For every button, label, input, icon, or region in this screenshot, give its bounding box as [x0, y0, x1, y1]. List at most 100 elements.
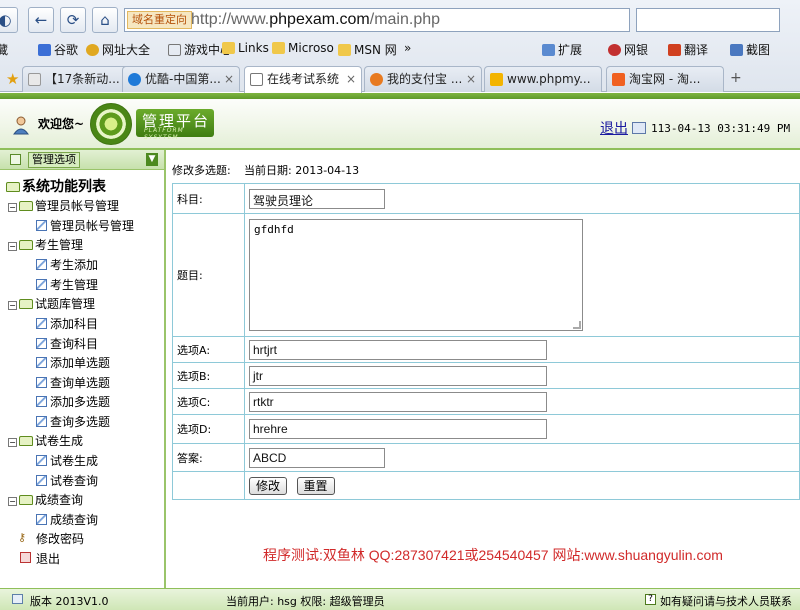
option-d-input[interactable]: hrehre — [249, 419, 547, 439]
form-title: 修改多选题: — [172, 164, 231, 177]
browser-tab[interactable]: 优酷-中国第... × — [122, 66, 240, 92]
watermark-text: 程序测试:双鱼林 QQ:287307421或254540457 网站:www.s… — [263, 547, 723, 563]
tree-title: 系统功能列表 — [6, 176, 106, 196]
tree-group[interactable]: − 试卷生成 — [8, 432, 83, 449]
page-icon — [168, 44, 181, 56]
browser-tab[interactable]: 我的支付宝 ... × — [364, 66, 482, 92]
extension-icon — [542, 44, 555, 56]
google-icon — [38, 44, 51, 56]
edit-question-form: 科目: 驾驶员理论 题目: gfdhfd 选项A: hrtjrt 选项B: jt… — [172, 183, 800, 500]
more-favorites[interactable]: » — [404, 41, 411, 55]
collapse-toggle-icon[interactable]: − — [8, 203, 17, 212]
translate-icon — [668, 44, 681, 56]
form-row-question: 题目: gfdhfd — [172, 213, 800, 337]
folder-icon — [272, 42, 285, 54]
version-icon — [12, 594, 23, 604]
sidebar-item[interactable]: 查询单选题 — [36, 374, 110, 391]
collapse-toggle-icon[interactable]: − — [8, 438, 17, 447]
close-icon[interactable]: × — [224, 67, 234, 91]
browser-logo-icon: ◐ — [0, 7, 18, 33]
edit-icon — [36, 318, 47, 329]
tree-group[interactable]: − 管理员帐号管理 — [8, 197, 119, 214]
fav-item[interactable]: 谷歌 — [38, 41, 78, 58]
collapse-toggle-icon[interactable]: − — [8, 242, 17, 251]
scissors-icon — [730, 44, 743, 56]
browser-tab[interactable]: 淘宝网 - 淘... — [606, 66, 724, 92]
tree-group[interactable]: − 试题库管理 — [8, 295, 95, 312]
sidebar-item[interactable]: 成绩查询 — [36, 511, 98, 528]
sidebar-item[interactable]: 查询科目 — [36, 335, 98, 352]
tree-group[interactable]: − 成绩查询 — [8, 491, 83, 508]
collapse-toggle-icon[interactable]: − — [8, 301, 17, 310]
modify-button[interactable]: 修改 — [249, 476, 288, 495]
browser-tab-active[interactable]: 在线考试系统 × — [244, 66, 362, 93]
question-label: 题目: — [172, 213, 245, 337]
browser-chrome: ◐ ← ⟳ ⌂ 域名重定向 http://www.phpexam.com/mai… — [0, 0, 800, 93]
new-tab-icon[interactable]: + — [730, 70, 742, 86]
browser-tab[interactable]: www.phpmy... — [484, 66, 602, 92]
sidebar-item[interactable]: 添加多选题 — [36, 393, 110, 410]
tree-group[interactable]: − 考生管理 — [8, 236, 83, 253]
folder-icon — [19, 495, 33, 505]
logout-link[interactable]: 退出 — [600, 118, 628, 138]
option-a-input[interactable]: hrtjrt — [249, 339, 547, 360]
fav-item[interactable]: Links — [222, 41, 269, 55]
sidebar-item[interactable]: 考生管理 — [36, 276, 98, 293]
redirect-badge: 域名重定向 — [127, 11, 192, 29]
sidebar-item[interactable]: 管理员帐号管理 — [36, 217, 134, 234]
welcome-text: 欢迎您~ — [38, 117, 85, 131]
option-c-input[interactable]: rtktr — [249, 391, 547, 412]
fav-item[interactable]: Microso — [272, 41, 334, 55]
refresh-button[interactable]: ⟳ — [60, 7, 86, 33]
sidebar-item[interactable]: 添加单选题 — [36, 354, 110, 371]
key-icon: ⚷ — [18, 531, 27, 544]
sidebar-item[interactable]: 试卷查询 — [36, 472, 98, 489]
translate-menu[interactable]: 翻译 — [668, 41, 708, 58]
form-row-option-b: 选项B: jtr — [172, 362, 800, 389]
screenshot-menu[interactable]: 截图 — [730, 41, 770, 58]
answer-input[interactable]: ABCD — [249, 447, 385, 468]
sidebar-item[interactable]: 考生添加 — [36, 256, 98, 273]
folder-icon — [19, 240, 33, 250]
question-textarea[interactable]: gfdhfd — [249, 219, 583, 331]
search-box[interactable] — [636, 8, 780, 32]
user-icon — [13, 116, 29, 135]
question-text: gfdhfd — [254, 223, 294, 236]
option-b-cell: jtr — [244, 362, 800, 389]
logo-subtitle: PLATFORM SYSYTEM — [144, 127, 184, 141]
sidebar: 管理选项 ▼ 系统功能列表 − 管理员帐号管理 管理员帐号管理 − 考生管理 考生添… — [0, 150, 166, 588]
sidebar-item-change-password[interactable]: ⚷ 修改密码 — [18, 530, 84, 547]
version-text: 版本 2013V1.0 — [30, 595, 109, 608]
extension-menu[interactable]: 扩展 — [542, 41, 582, 58]
sidebar-item[interactable]: 添加科目 — [36, 315, 98, 332]
reset-button[interactable]: 重置 — [296, 476, 335, 495]
form-row-answer: 答案: ABCD — [172, 443, 800, 472]
fav-item[interactable]: MSN 网 — [338, 41, 397, 58]
star-icon[interactable]: ★ — [6, 70, 19, 88]
collapse-toggle-icon[interactable]: − — [8, 497, 17, 506]
fav-item[interactable]: 网址大全 — [86, 41, 150, 58]
fav-item[interactable]: 藏 — [0, 41, 8, 58]
home-button[interactable]: ⌂ — [92, 7, 118, 33]
subject-input[interactable]: 驾驶员理论 — [249, 188, 385, 209]
option-b-input[interactable]: jtr — [249, 365, 547, 386]
back-button[interactable]: ← — [28, 7, 54, 33]
close-icon[interactable]: × — [466, 67, 476, 91]
calendar-icon — [632, 122, 646, 134]
sidebar-item[interactable]: 查询多选题 — [36, 413, 110, 430]
resize-grip-icon[interactable] — [573, 321, 581, 329]
sidebar-item[interactable]: 试卷生成 — [36, 452, 98, 469]
actions-label-cell — [172, 471, 245, 500]
form-row-option-a: 选项A: hrtjrt — [172, 336, 800, 363]
answer-cell: ABCD — [244, 443, 800, 472]
address-bar[interactable]: 域名重定向 http://www.phpexam.com/main.php — [124, 8, 630, 32]
question-cell: gfdhfd — [244, 213, 800, 337]
close-icon[interactable]: × — [346, 67, 356, 91]
bank-menu[interactable]: 网银 — [608, 41, 648, 58]
edit-icon — [36, 357, 47, 368]
url-text: http://www.phpexam.com/main.php — [191, 11, 441, 28]
sidebar-item-logout[interactable]: 退出 — [20, 550, 60, 567]
form-row-option-c: 选项C: rtktr — [172, 388, 800, 415]
form-row-option-d: 选项D: hrehre — [172, 414, 800, 444]
collapse-icon[interactable]: ▼ — [146, 153, 158, 166]
